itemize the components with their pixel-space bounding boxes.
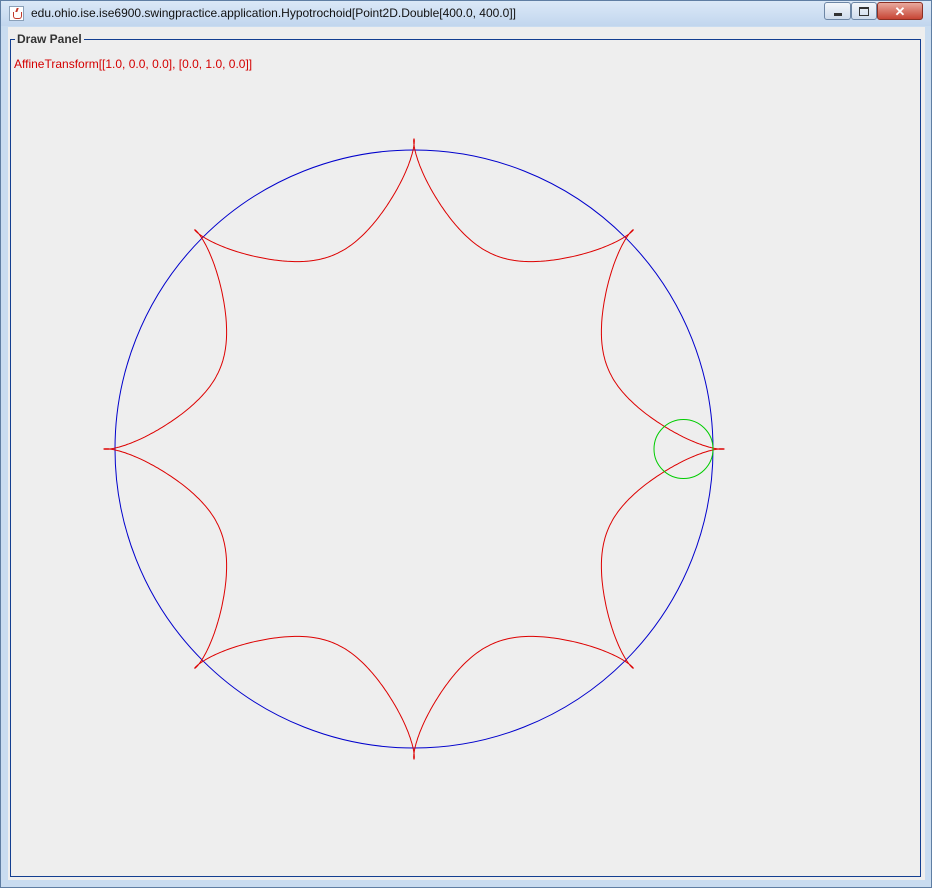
close-icon: ✕	[894, 3, 906, 19]
title-bar[interactable]: edu.ohio.ise.ise6900.swingpractice.appli…	[1, 1, 931, 26]
rolling-circle	[653, 419, 714, 479]
maximize-button[interactable]	[851, 2, 877, 20]
drawing-canvas	[103, 138, 725, 760]
draw-panel: Draw Panel AffineTransform[[1.0, 0.0, 0.…	[8, 27, 925, 880]
application-window: edu.ohio.ise.ise6900.swingpractice.appli…	[0, 0, 932, 888]
minimize-icon	[833, 12, 842, 16]
close-button[interactable]: ✕	[877, 2, 923, 20]
maximize-icon	[859, 6, 869, 16]
hypotrochoid-curve	[103, 138, 725, 760]
minimize-button[interactable]	[824, 2, 851, 20]
fixed-circle	[114, 149, 714, 749]
window-title: edu.ohio.ise.ise6900.swingpractice.appli…	[31, 6, 516, 20]
java-cup-icon[interactable]	[9, 6, 24, 21]
